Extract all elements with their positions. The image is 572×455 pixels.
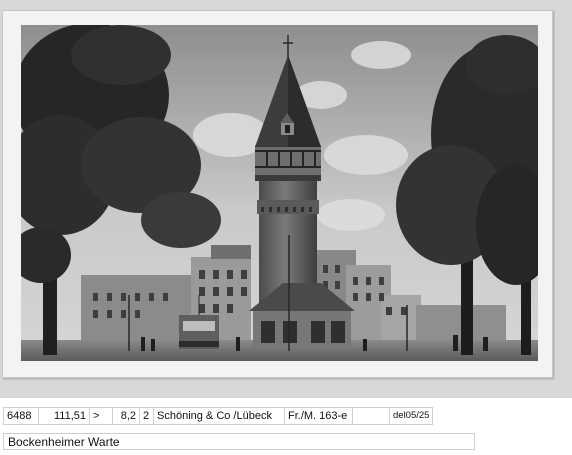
catalog-number-field[interactable]: 6488	[3, 407, 38, 425]
price-field[interactable]: 111,51	[38, 407, 89, 425]
catalog-meta-row: 6488 111,51 > 8,2 2 Schöning & Co /Lübec…	[3, 407, 433, 425]
count-field[interactable]: 2	[139, 407, 153, 425]
scan-area	[0, 0, 572, 398]
title-field[interactable]: Bockenheimer Warte	[3, 433, 475, 450]
flag-field[interactable]: >	[89, 407, 112, 425]
catalog-info-strip: 6488 111,51 > 8,2 2 Schöning & Co /Lübec…	[0, 398, 572, 455]
reference-field[interactable]: Fr./M. 163-e	[284, 407, 352, 425]
publisher-field[interactable]: Schöning & Co /Lübeck	[153, 407, 284, 425]
date-code-field[interactable]: del05/25	[389, 407, 433, 425]
grade-field[interactable]: 8,2	[112, 407, 139, 425]
postcard	[2, 10, 553, 378]
photo-scene	[21, 25, 538, 361]
empty-field[interactable]	[352, 407, 389, 425]
postcard-photo	[21, 25, 538, 361]
